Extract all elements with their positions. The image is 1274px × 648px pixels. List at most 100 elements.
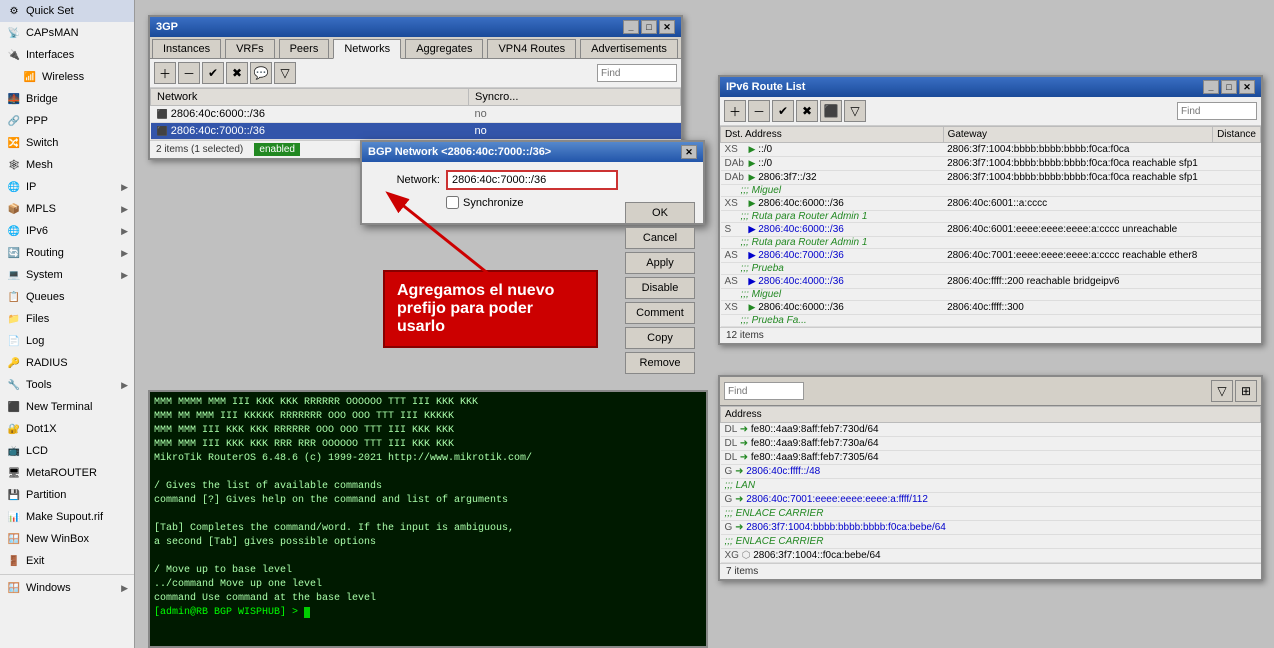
sidebar-item-capsman[interactable]: 📡 CAPsMAN xyxy=(0,22,134,44)
table-row[interactable]: XS▶ 2806:40c:6000::/36 2806:40c:ffff::30… xyxy=(721,301,1261,315)
sidebar-item-quickset[interactable]: ⚙ Quick Set xyxy=(0,0,134,22)
table-row[interactable]: ⬛ 2806:40c:6000::/36 no xyxy=(151,106,681,123)
exit-icon: 🚪 xyxy=(6,553,22,569)
sidebar-item-mpls[interactable]: 📦 MPLS ▶ xyxy=(0,198,134,220)
sidebar-item-mesh[interactable]: 🕸 Mesh xyxy=(0,154,134,176)
ipv6-close-btn[interactable]: ✕ xyxy=(1239,80,1255,94)
tab-vpn4routes[interactable]: VPN4 Routes xyxy=(487,39,576,58)
col-address[interactable]: Address xyxy=(721,407,1261,423)
tab-instances[interactable]: Instances xyxy=(152,39,221,58)
remove-button[interactable]: Remove xyxy=(625,352,695,374)
sidebar-item-wireless[interactable]: 📶 Wireless xyxy=(0,66,134,88)
ipv6-minimize-btn[interactable]: _ xyxy=(1203,80,1219,94)
cancel-button[interactable]: Cancel xyxy=(625,227,695,249)
ipv6-remove-btn[interactable]: － xyxy=(748,100,770,122)
table-row[interactable]: ⬛ 2806:40c:7000::/36 no xyxy=(151,123,681,140)
sidebar-item-dot1x[interactable]: 🔐 Dot1X xyxy=(0,418,134,440)
terminal-banner: MMM MMMM MMM III KKK KKK RRRRRR OOOOOO T… xyxy=(154,396,702,410)
sidebar-item-new-terminal[interactable]: ⬛ New Terminal xyxy=(0,396,134,418)
table-row[interactable]: DL ➜ fe80::4aa9:8aff:feb7:730a/64 xyxy=(721,437,1261,451)
table-row[interactable]: DAb▶ ::/0 2806:3f7:1004:bbbb:bbbb:bbbb:f… xyxy=(721,157,1261,171)
synchronize-checkbox[interactable] xyxy=(446,196,459,209)
remove-btn[interactable]: － xyxy=(178,62,200,84)
addr-toolbar: ▽ ⊞ xyxy=(720,377,1261,406)
tab-networks[interactable]: Networks xyxy=(333,39,401,59)
filter-btn[interactable]: ▽ xyxy=(274,62,296,84)
table-row[interactable]: AS▶ 2806:40c:7000::/36 2806:40c:7001:eee… xyxy=(721,249,1261,263)
add-btn[interactable]: ＋ xyxy=(154,62,176,84)
addr-filter-btn[interactable]: ▽ xyxy=(1211,380,1233,402)
sidebar-item-new-winbox[interactable]: 🪟 New WinBox xyxy=(0,528,134,550)
bgp-minimize-btn[interactable]: _ xyxy=(623,20,639,34)
table-row[interactable]: AS▶ 2806:40c:4000::/36 2806:40c:ffff::20… xyxy=(721,275,1261,289)
sidebar-item-windows[interactable]: 🪟 Windows ▶ xyxy=(0,577,134,599)
table-row[interactable]: XS▶ ::/0 2806:3f7:1004:bbbb:bbbb:bbbb:f0… xyxy=(721,143,1261,157)
ipv6-disable-btn[interactable]: ✖ xyxy=(796,100,818,122)
comment-button[interactable]: Comment xyxy=(625,302,695,324)
tab-advertisements[interactable]: Advertisements xyxy=(580,39,678,58)
sidebar-item-lcd[interactable]: 📺 LCD xyxy=(0,440,134,462)
sidebar-item-tools[interactable]: 🔧 Tools ▶ xyxy=(0,374,134,396)
comment-btn[interactable]: 💬 xyxy=(250,62,272,84)
ppp-icon: 🔗 xyxy=(6,113,22,129)
sidebar-item-partition[interactable]: 💾 Partition xyxy=(0,484,134,506)
queues-icon: 📋 xyxy=(6,289,22,305)
sidebar-item-radius[interactable]: 🔑 RADIUS xyxy=(0,352,134,374)
col-dst[interactable]: Dst. Address xyxy=(721,127,944,143)
sidebar-item-exit[interactable]: 🚪 Exit xyxy=(0,550,134,572)
sidebar-item-system[interactable]: 💻 System ▶ xyxy=(0,264,134,286)
sidebar-item-log[interactable]: 📄 Log xyxy=(0,330,134,352)
tab-peers[interactable]: Peers xyxy=(279,39,330,58)
ipv6-maximize-btn[interactable]: □ xyxy=(1221,80,1237,94)
ipv6-filter-btn[interactable]: ▽ xyxy=(844,100,866,122)
annotation-box: Agregamos el nuevo prefijo para poder us… xyxy=(383,270,598,348)
sidebar-item-queues[interactable]: 📋 Queues xyxy=(0,286,134,308)
col-network[interactable]: Network xyxy=(151,89,469,106)
table-row[interactable]: G ➜ 2806:40c:ffff::/48 xyxy=(721,465,1261,479)
dialog-buttons: OK Cancel Apply Disable Comment Copy Rem… xyxy=(625,202,695,374)
bgp-window-controls: _ □ ✕ xyxy=(623,20,675,34)
table-row[interactable]: XS▶ 2806:40c:6000::/36 2806:40c:6001::a:… xyxy=(721,197,1261,211)
network-input[interactable] xyxy=(446,170,618,190)
enable-btn[interactable]: ✔ xyxy=(202,62,224,84)
terminal[interactable]: MMM MMMM MMM III KKK KKK RRRRRR OOOOOO T… xyxy=(148,390,708,648)
bgp-dialog-close-btn[interactable]: ✕ xyxy=(681,145,697,159)
disable-btn[interactable]: ✖ xyxy=(226,62,248,84)
copy-button[interactable]: Copy xyxy=(625,327,695,349)
sidebar-item-interfaces[interactable]: 🔌 Interfaces xyxy=(0,44,134,66)
col-gateway[interactable]: Gateway xyxy=(943,127,1213,143)
table-row[interactable]: G ➜ 2806:3f7:1004:bbbb:bbbb:bbbb:f0ca:be… xyxy=(721,521,1261,535)
table-row[interactable]: XG ⬡ 2806:3f7:1004::f0ca:bebe/64 xyxy=(721,549,1261,563)
bgp-find-input[interactable] xyxy=(597,64,677,82)
sidebar-item-files[interactable]: 📁 Files xyxy=(0,308,134,330)
col-syncro[interactable]: Syncro... xyxy=(469,89,681,106)
apply-button[interactable]: Apply xyxy=(625,252,695,274)
sidebar-item-routing[interactable]: 🔄 Routing ▶ xyxy=(0,242,134,264)
ipv6-enable-btn[interactable]: ✔ xyxy=(772,100,794,122)
tab-aggregates[interactable]: Aggregates xyxy=(405,39,483,58)
ipv6-copy-btn[interactable]: ⬛ xyxy=(820,100,842,122)
sidebar-item-bridge[interactable]: 🌉 Bridge xyxy=(0,88,134,110)
tab-vrfs[interactable]: VRFs xyxy=(225,39,275,58)
table-row[interactable]: DL ➜ fe80::4aa9:8aff:feb7:7305/64 xyxy=(721,451,1261,465)
disable-button[interactable]: Disable xyxy=(625,277,695,299)
bgp-maximize-btn[interactable]: □ xyxy=(641,20,657,34)
table-row[interactable]: DL ➜ fe80::4aa9:8aff:feb7:730d/64 xyxy=(721,423,1261,437)
ipv6-find-input[interactable] xyxy=(1177,102,1257,120)
table-row[interactable]: S▶ 2806:40c:6000::/36 2806:40c:6001:eeee… xyxy=(721,223,1261,237)
sidebar-item-switch[interactable]: 🔀 Switch xyxy=(0,132,134,154)
bgp-close-btn[interactable]: ✕ xyxy=(659,20,675,34)
col-distance[interactable]: Distance xyxy=(1213,127,1261,143)
sidebar-item-make-supout[interactable]: 📊 Make Supout.rif xyxy=(0,506,134,528)
terminal-prompt-line[interactable]: [admin@RB BGP WISPHUB] > xyxy=(154,606,702,620)
ipv6-add-btn[interactable]: ＋ xyxy=(724,100,746,122)
addr-find-input[interactable] xyxy=(724,382,804,400)
table-row[interactable]: G ➜ 2806:40c:7001:eeee:eeee:eeee:a:ffff/… xyxy=(721,493,1261,507)
addr-col-btn[interactable]: ⊞ xyxy=(1235,380,1257,402)
sidebar-item-ipv6[interactable]: 🌐 IPv6 ▶ xyxy=(0,220,134,242)
sidebar-item-metarouter[interactable]: 🖥 MetaROUTER xyxy=(0,462,134,484)
sidebar-item-ip[interactable]: 🌐 IP ▶ xyxy=(0,176,134,198)
sidebar-item-ppp[interactable]: 🔗 PPP xyxy=(0,110,134,132)
table-row[interactable]: DAb▶ 2806:3f7::/32 2806:3f7:1004:bbbb:bb… xyxy=(721,171,1261,185)
ok-button[interactable]: OK xyxy=(625,202,695,224)
